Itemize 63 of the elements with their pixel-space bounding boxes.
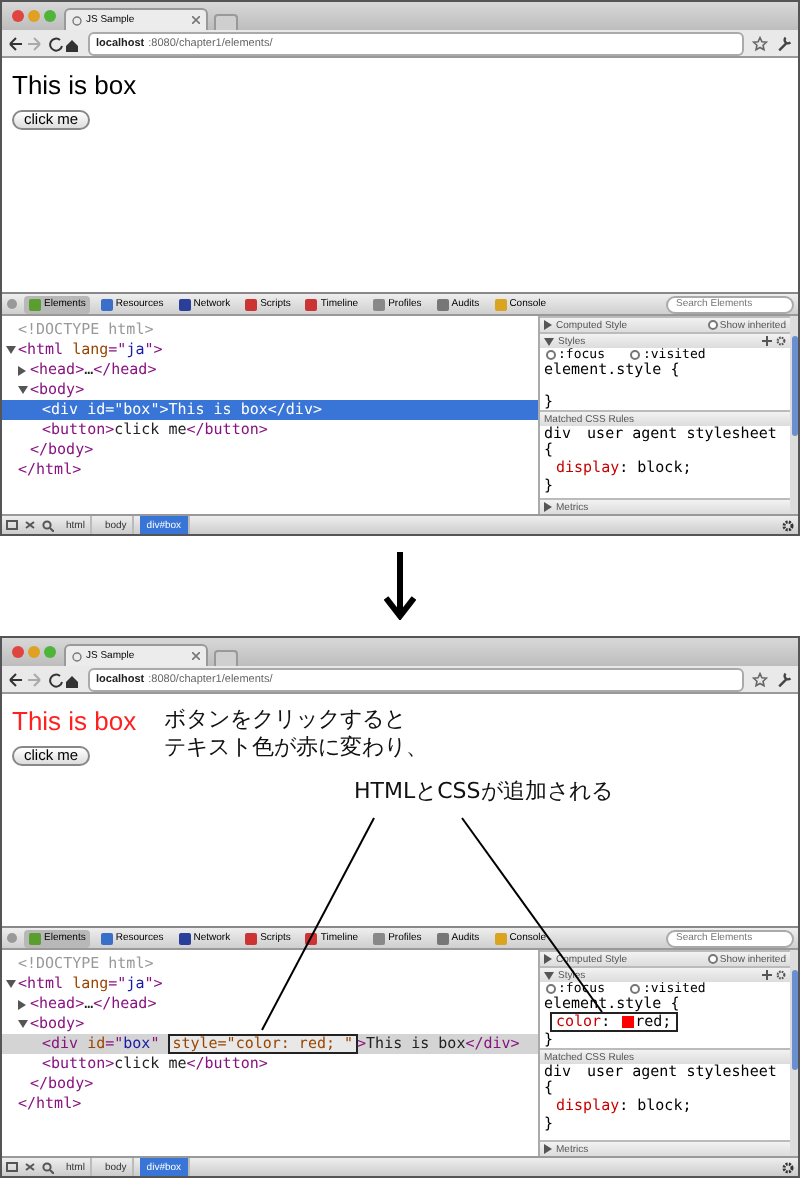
close-icon[interactable] [192,652,200,660]
search-icon[interactable] [42,519,54,531]
collapsed-arrow-icon[interactable] [544,1144,552,1154]
expanded-arrow-icon[interactable] [18,1020,28,1028]
show-inherited-checkbox[interactable] [707,320,718,330]
settings-icon[interactable] [776,336,786,346]
search-icon[interactable] [42,1161,54,1173]
annotation-text: テキスト色が赤に変わり、 [164,733,429,761]
panel-icon [99,297,114,311]
plus-icon[interactable] [762,336,772,346]
collapsed-arrow-icon[interactable] [18,999,26,1009]
star-icon[interactable] [752,35,768,51]
box-text: This is box [12,70,137,100]
settings-icon[interactable] [782,519,794,531]
panel-icon [493,931,508,945]
panel-icon [304,297,319,311]
panel-icon [372,297,387,311]
panel-icon [28,297,42,311]
panel-icon [435,931,450,945]
close-icon[interactable] [192,16,200,24]
clear-icon[interactable] [24,520,36,530]
pseudo-checkbox[interactable] [630,984,641,994]
star-icon[interactable] [752,671,768,687]
panel-icon [28,931,42,945]
panel-icon [177,297,192,311]
wrench-icon[interactable] [776,671,792,687]
plus-icon[interactable] [762,970,772,980]
collapsed-arrow-icon[interactable] [544,954,552,964]
globe-icon [72,651,82,661]
expanded-arrow-icon[interactable] [6,980,16,988]
panel-icon [244,931,259,945]
expanded-arrow-icon[interactable] [18,386,28,394]
expanded-arrow-icon[interactable] [6,346,16,354]
box-text: This is box [12,706,137,736]
annotation-text: HTMLとCSSが追加される [354,778,613,806]
panel-icon [177,931,192,945]
collapsed-arrow-icon[interactable] [544,320,552,330]
collapsed-arrow-icon[interactable] [18,365,26,375]
globe-icon [72,15,82,25]
expanded-arrow-icon[interactable] [544,337,554,345]
console-icon[interactable] [6,520,18,530]
pseudo-checkbox[interactable] [630,350,641,360]
nav-arrows-icon[interactable] [8,671,80,687]
pseudo-checkbox[interactable] [546,984,556,994]
panel-icon [244,297,259,311]
down-arrow-icon [384,552,416,620]
nav-arrows-icon[interactable] [8,35,80,51]
wrench-icon[interactable] [776,35,792,51]
panel-icon [493,297,508,311]
expanded-arrow-icon[interactable] [544,971,554,979]
collapsed-arrow-icon[interactable] [544,502,552,512]
window-controls-icon[interactable] [10,644,58,660]
panel-icon [435,297,450,311]
pseudo-checkbox[interactable] [546,350,556,360]
settings-icon[interactable] [782,1161,794,1173]
show-inherited-checkbox[interactable] [707,954,718,964]
clear-icon[interactable] [24,1162,36,1172]
window-controls-icon[interactable] [10,8,58,24]
console-icon[interactable] [6,1162,18,1172]
settings-icon[interactable] [776,970,786,980]
panel-icon [372,931,387,945]
annotation-text: ボタンをクリックすると [164,706,407,734]
panel-icon [99,931,114,945]
